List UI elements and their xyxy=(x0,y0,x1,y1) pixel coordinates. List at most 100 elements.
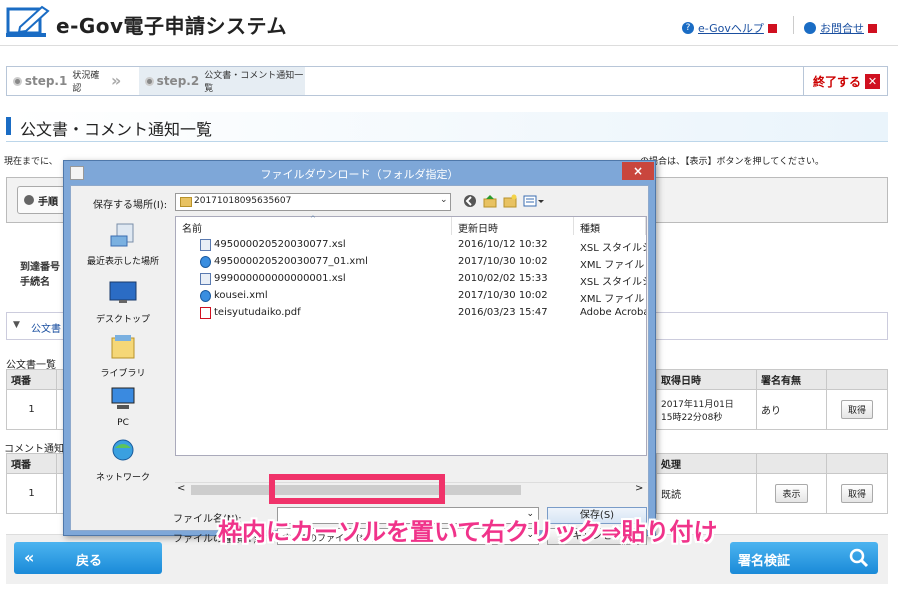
app-title: e-Gov電子申請システム xyxy=(56,14,287,38)
back-button[interactable]: « 戻る xyxy=(14,542,162,574)
col-no: 項番 xyxy=(6,369,57,390)
file-row[interactable]: 495000020520030077_01.xml 2017/10/30 10:0… xyxy=(176,254,646,271)
signature-verify-button[interactable]: 署名検証 xyxy=(730,542,878,574)
pc-icon xyxy=(111,387,135,409)
row-no: 1 xyxy=(6,389,57,430)
file-name: 495000020520030077.xsl xyxy=(214,239,346,250)
recent-places-icon xyxy=(110,223,134,247)
contact-link[interactable]: お問合せ xyxy=(820,20,864,36)
file-date: 2017/10/30 10:02 xyxy=(458,290,548,301)
file-row[interactable]: 999000000000000001.xsl 2010/02/02 15:33 XS… xyxy=(176,271,646,288)
file-name: 999000000000000001.xsl xyxy=(214,273,346,284)
row-status: 既読 xyxy=(656,473,757,514)
logo-icon xyxy=(6,5,50,37)
file-row[interactable]: 495000020520030077.xsl 2016/10/12 10:32 XS… xyxy=(176,237,646,254)
intro-text: 現在までに、 の場合は、【表示】ボタンを押してください。 xyxy=(4,154,824,167)
save-in-dropdown[interactable]: 20171018095635607 ⌄ xyxy=(175,193,451,211)
step-1-number: step.1 xyxy=(24,74,68,88)
view-menu-icon[interactable] xyxy=(523,194,545,208)
back-icon[interactable] xyxy=(463,194,477,208)
place-pc[interactable]: PC xyxy=(75,386,171,428)
highlight-frame xyxy=(269,474,445,504)
pdf-file-icon xyxy=(200,307,211,319)
network-icon xyxy=(112,439,134,461)
show-button[interactable]: 表示 xyxy=(775,484,808,503)
library-icon xyxy=(111,335,135,359)
save-in-value: 20171018095635607 xyxy=(194,196,292,206)
arrival-number-label: 到達番号 xyxy=(20,262,60,273)
file-date: 2010/02/02 15:33 xyxy=(458,273,548,284)
col-sign: 署名有無 xyxy=(756,369,827,390)
column-name-label: 名前 xyxy=(182,224,202,235)
file-date: 2016/10/12 10:32 xyxy=(458,239,548,250)
place-network[interactable]: ネットワーク xyxy=(75,438,171,483)
file-type: XSL スタイルシー xyxy=(580,243,646,254)
app-header: e-Gov電子申請システム ? e-Govヘルプ お問合せ xyxy=(0,0,898,46)
row-date-line1: 2017年11月01日 xyxy=(661,399,734,410)
step-bar: step.1 状況確認 » step.2 公文書・コメント通知一覧 終了する ✕ xyxy=(6,66,888,96)
scroll-right-icon[interactable]: > xyxy=(635,483,643,494)
step-dot-icon xyxy=(13,76,22,86)
column-header-name[interactable]: 名前 ^ xyxy=(176,215,452,235)
step-2-number: step.2 xyxy=(156,74,200,88)
help-link[interactable]: e-Govヘルプ xyxy=(698,20,764,36)
place-desktop[interactable]: デスクトップ xyxy=(75,280,171,325)
mail-icon xyxy=(804,22,816,34)
accordion-label: 公文書 xyxy=(31,324,61,335)
file-name: teisyutudaiko.pdf xyxy=(214,307,301,318)
chevron-down-icon: ▼ xyxy=(13,320,20,330)
external-link-icon xyxy=(868,23,877,33)
page-title: 公文書・コメント通知一覧 xyxy=(20,120,213,139)
places-bar: 最近表示した場所 デスクトップ ライブラリ PC ネットワーク xyxy=(75,216,171,502)
xml-file-icon xyxy=(200,290,211,302)
close-button[interactable]: × xyxy=(622,162,654,180)
file-name: 495000020520030077_01.xml xyxy=(214,256,368,267)
file-type: XML ファイル xyxy=(580,260,645,271)
place-label: ライブラリ xyxy=(100,369,146,379)
intro-text-head: 現在までに、 xyxy=(4,157,58,167)
file-date: 2016/03/23 15:47 xyxy=(458,307,548,318)
file-row[interactable]: kousei.xml 2017/10/30 10:02 XML ファイル xyxy=(176,288,646,305)
get-button[interactable]: 取得 xyxy=(840,484,873,503)
dialog-title: ファイルダウンロード（フォルダ指定） xyxy=(260,168,459,181)
verify-button-label: 署名検証 xyxy=(738,554,791,569)
get-button[interactable]: 取得 xyxy=(840,400,873,419)
place-recent[interactable]: 最近表示した場所 xyxy=(75,222,171,267)
step-1-label: 状況確認 xyxy=(72,71,100,94)
intro-text-tail: の場合は、【表示】ボタンを押してください。 xyxy=(640,157,824,167)
desktop-icon xyxy=(109,281,137,303)
step-1: step.1 状況確認 xyxy=(7,67,107,95)
folder-icon xyxy=(180,197,192,207)
step-2-label: 公文書・コメント通知一覧 xyxy=(204,71,304,94)
up-folder-icon[interactable] xyxy=(483,194,497,208)
scroll-left-icon[interactable]: < xyxy=(177,483,185,494)
file-list: 名前 ^ 更新日時 種類 495000020520030077.xsl 2016/… xyxy=(175,215,647,456)
contact-link-group[interactable]: お問合せ xyxy=(804,20,877,36)
end-button-label: 終了する xyxy=(812,74,861,89)
file-row[interactable]: teisyutudaiko.pdf 2016/03/23 15:47 Adobe A… xyxy=(176,305,646,321)
xsl-file-icon xyxy=(200,273,211,285)
end-button[interactable]: 終了する ✕ xyxy=(803,67,889,95)
dialog-titlebar[interactable]: ファイルダウンロード（フォルダ指定） × xyxy=(64,161,655,185)
new-folder-icon[interactable] xyxy=(503,194,517,208)
file-date: 2017/10/30 10:02 xyxy=(458,256,548,267)
file-type: XML ファイル xyxy=(580,294,645,305)
column-header-type[interactable]: 種類 xyxy=(574,217,646,235)
column-header-date[interactable]: 更新日時 xyxy=(452,217,574,235)
file-type: XSL スタイルシー xyxy=(580,277,646,288)
col-date: 取得日時 xyxy=(656,369,757,390)
place-libraries[interactable]: ライブラリ xyxy=(75,334,171,379)
place-label: デスクトップ xyxy=(95,315,150,325)
file-type: Adobe Acroba xyxy=(580,307,646,318)
save-in-label: 保存する場所(I): xyxy=(93,200,168,211)
play-icon xyxy=(24,195,34,205)
place-label: ネットワーク xyxy=(95,473,150,483)
chevron-down-icon: ⌄ xyxy=(440,195,448,205)
procedure-button-label: 手順 xyxy=(38,196,58,208)
place-label: PC xyxy=(117,418,129,428)
back-button-label: 戻る xyxy=(76,554,103,569)
xml-file-icon xyxy=(200,256,211,268)
help-link-group[interactable]: ? e-Govヘルプ xyxy=(682,20,777,36)
col-proc: 処理 xyxy=(656,453,757,474)
sort-indicator-icon: ^ xyxy=(310,215,316,223)
